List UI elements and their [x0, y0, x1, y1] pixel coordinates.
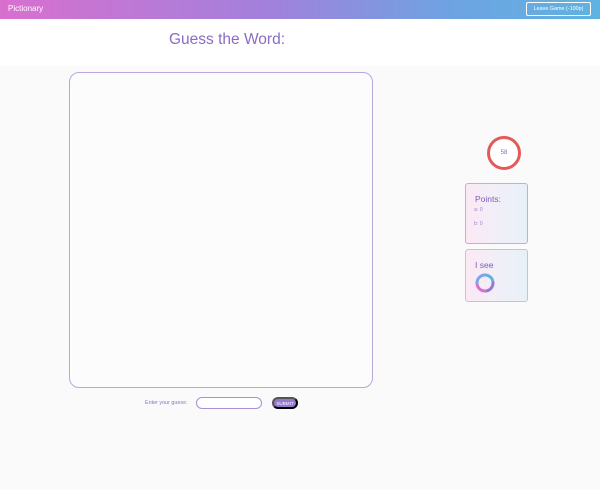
leave-game-button[interactable]: Leave Game (-100p): [526, 2, 591, 16]
submit-button[interactable]: SUBMIT: [272, 397, 298, 409]
page-title: Guess the Word:: [169, 31, 286, 48]
guess-input[interactable]: [196, 397, 262, 409]
loading-spinner-icon: [475, 273, 495, 293]
guess-label: Enter your guess:: [145, 400, 188, 406]
points-title: Points:: [475, 194, 501, 204]
player-score: b: 0: [474, 221, 483, 227]
timer: 58: [487, 136, 521, 170]
player-score: a: 0: [474, 207, 483, 213]
drawing-canvas[interactable]: [69, 72, 373, 388]
word-header: [0, 19, 600, 66]
i-see-card: I see: [465, 249, 528, 302]
i-see-title: I see: [475, 260, 494, 270]
points-card: Points:: [465, 183, 528, 244]
app-title: Pictionary: [8, 4, 44, 13]
top-bar: [0, 0, 600, 19]
timer-value: 58: [500, 150, 508, 156]
